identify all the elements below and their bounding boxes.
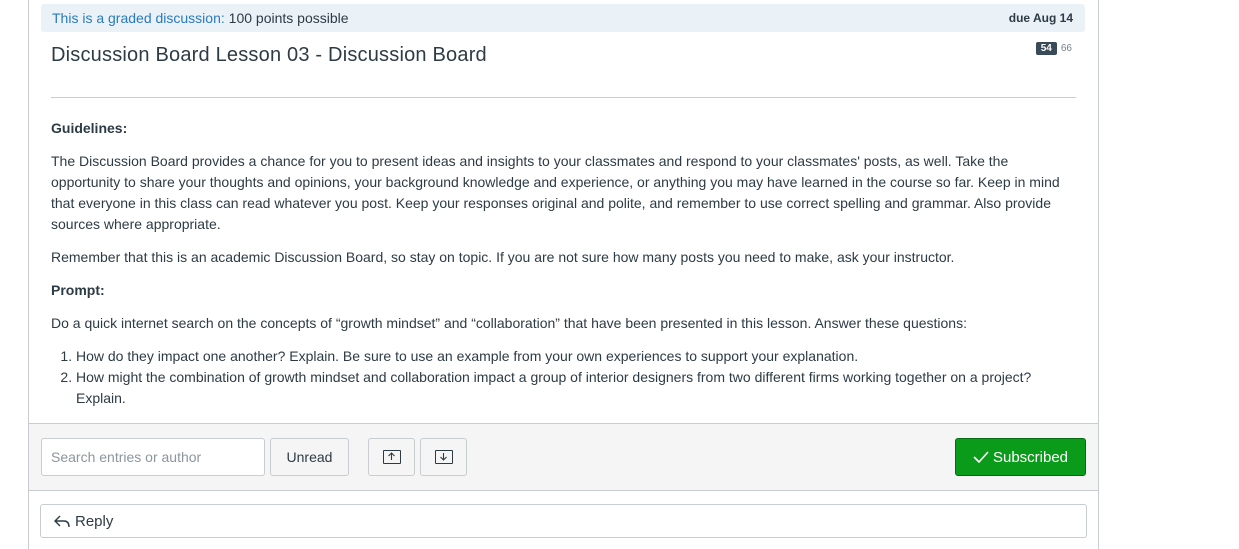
discussion-toolbar: Unread Subscribed xyxy=(29,423,1098,491)
points-possible: 100 points possible xyxy=(228,10,349,26)
discussion-content: This is a graded discussion: 100 points … xyxy=(28,0,1099,549)
discussion-title: Discussion Board Lesson 03 - Discussion … xyxy=(51,44,487,66)
guidelines-paragraph-2: Remember that this is an academic Discus… xyxy=(51,249,955,265)
entry-counts: 54 66 xyxy=(1035,42,1072,55)
question-list: How do they impact one another? Explain.… xyxy=(51,346,1081,409)
due-date: due Aug 14 xyxy=(1008,11,1073,25)
subscribed-label: Subscribed xyxy=(992,448,1069,466)
subscribed-toggle-button[interactable]: Subscribed xyxy=(955,438,1086,476)
unread-count-badge: 54 xyxy=(1035,42,1057,55)
reply-label: Reply xyxy=(75,512,114,530)
expand-all-icon xyxy=(434,450,453,464)
collapse-all-button[interactable] xyxy=(368,438,415,476)
guidelines-paragraph-1: The Discussion Board provides a chance f… xyxy=(51,153,1060,232)
search-entries-input[interactable] xyxy=(41,438,265,476)
prompt-intro: Do a quick internet search on the concep… xyxy=(51,315,967,331)
graded-label: This is a graded discussion: xyxy=(52,10,225,26)
prompt-heading: Prompt: xyxy=(51,282,105,298)
question-item: How might the combination of growth mind… xyxy=(76,367,1081,409)
total-count: 66 xyxy=(1060,43,1072,54)
reply-button[interactable]: Reply xyxy=(40,504,1087,538)
title-divider xyxy=(51,97,1076,98)
question-item: How do they impact one another? Explain.… xyxy=(76,346,1081,367)
guidelines-heading: Guidelines: xyxy=(51,120,128,136)
expand-all-button[interactable] xyxy=(420,438,467,476)
unread-filter-button[interactable]: Unread xyxy=(270,438,349,476)
check-icon xyxy=(973,451,989,463)
graded-discussion-banner: This is a graded discussion: 100 points … xyxy=(41,4,1085,32)
reply-arrow-icon xyxy=(54,515,70,528)
graded-info: This is a graded discussion: 100 points … xyxy=(52,10,349,26)
collapse-all-icon xyxy=(382,450,401,464)
discussion-body: Guidelines: The Discussion Board provide… xyxy=(51,118,1081,409)
